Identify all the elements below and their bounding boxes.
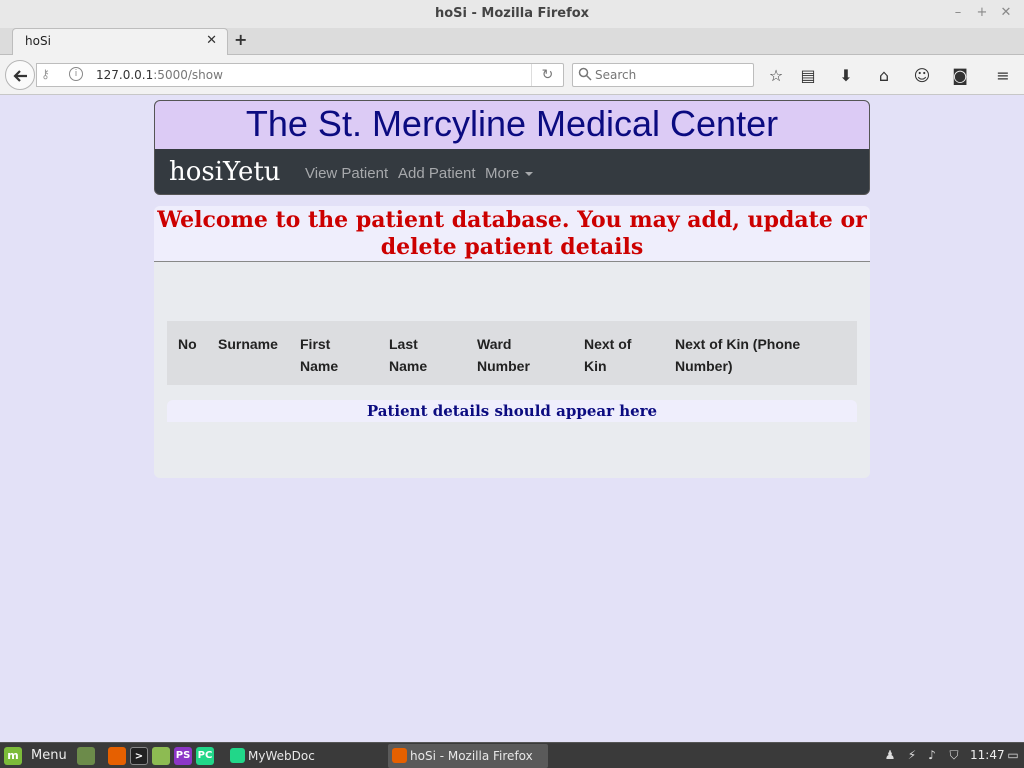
terminal-launcher-icon[interactable]: >	[130, 747, 148, 765]
pycharm-launcher-icon[interactable]: PC	[196, 747, 214, 765]
col-next-of-kin-phone: Next of Kin (Phone Number)	[675, 336, 801, 374]
site-title: The St. Mercyline Medical Center	[155, 101, 869, 149]
browser-navbar: ⚷ i 127.0.0.1:5000/show ↻ ☆ ▤ ⬇ ⌂ ☺ ◙ ≡	[0, 55, 1024, 95]
show-desktop-icon[interactable]	[77, 747, 95, 765]
home-icon[interactable]: ⌂	[873, 65, 895, 87]
menu-hamburger-icon[interactable]: ≡	[992, 65, 1014, 87]
volume-icon[interactable]: ♪	[924, 747, 940, 763]
page-content: The St. Mercyline Medical Center hosiYet…	[0, 96, 1024, 742]
search-icon	[578, 67, 592, 81]
task-mywebdoc[interactable]: MyWebDoc [~/Down...	[226, 744, 382, 768]
reading-list-icon[interactable]: ▤	[797, 65, 819, 87]
nav-view-patient[interactable]: View Patient	[305, 165, 388, 182]
firefox-icon	[392, 748, 407, 763]
info-icon[interactable]: i	[69, 67, 83, 81]
back-button[interactable]	[5, 60, 35, 90]
pocket-icon[interactable]: ◙	[949, 65, 971, 87]
clock: 11:47	[970, 748, 1005, 762]
files-launcher-icon[interactable]	[152, 747, 170, 765]
task-label: MyWebDoc [~/Down...	[248, 749, 315, 763]
col-no: No	[178, 336, 197, 352]
window-title: hoSi - Mozilla Firefox	[434, 6, 590, 21]
content-card: Welcome to the patient database. You may…	[154, 206, 870, 478]
taskbar: m Menu > PS PC MyWebDoc [~/Down... hoSi …	[0, 742, 1024, 768]
network-icon[interactable]: ⚡	[904, 747, 920, 763]
col-last-name: Last Name	[389, 336, 428, 374]
col-ward-number: Ward Number	[477, 336, 530, 374]
col-next-of-kin: Next of Kin	[584, 336, 632, 374]
tab-label: hoSi	[25, 34, 51, 48]
tab-hosi[interactable]: hoSi ✕	[12, 28, 228, 56]
window-titlebar: hoSi - Mozilla Firefox – + ✕	[0, 0, 1024, 28]
navbar-brand[interactable]: hosiYetu	[169, 157, 281, 187]
bookmark-star-icon[interactable]: ☆	[765, 65, 787, 87]
welcome-heading: Welcome to the patient database. You may…	[154, 206, 870, 262]
url-text[interactable]: 127.0.0.1:5000/show	[96, 68, 223, 82]
shield-icon[interactable]: ⛉	[946, 747, 962, 763]
search-box[interactable]	[572, 63, 754, 87]
user-icon[interactable]: ♟	[882, 747, 898, 763]
firefox-launcher-icon[interactable]	[108, 747, 126, 765]
mint-logo-icon: m	[4, 747, 22, 765]
task-firefox[interactable]: hoSi - Mozilla Firefox	[388, 744, 548, 768]
back-arrow-icon	[13, 70, 27, 82]
col-surname: Surname	[218, 336, 278, 352]
download-icon[interactable]: ⬇	[835, 65, 857, 87]
col-first-name: First Name	[300, 336, 339, 374]
nav-more-dropdown[interactable]: More	[485, 165, 534, 182]
minimize-button[interactable]: –	[950, 5, 966, 20]
patient-table-header: No Surname First Name Last Name Ward Num…	[167, 321, 857, 385]
url-bar[interactable]: ⚷ i 127.0.0.1:5000/show ↻	[36, 63, 564, 87]
window-close-button[interactable]: ✕	[998, 5, 1014, 20]
chat-icon[interactable]: ☺	[911, 65, 933, 87]
menu-label: Menu	[31, 748, 67, 763]
caret-down-icon	[525, 172, 534, 177]
pycharm-icon	[230, 748, 245, 763]
search-input[interactable]	[595, 66, 745, 84]
site-header: The St. Mercyline Medical Center hosiYet…	[154, 100, 870, 195]
reload-icon[interactable]: ↻	[531, 64, 563, 86]
key-icon[interactable]: ⚷	[41, 67, 50, 81]
show-desktop-tray-icon[interactable]: ▭	[1005, 747, 1021, 763]
tab-strip: hoSi ✕	[0, 28, 1024, 56]
close-icon[interactable]: ✕	[206, 33, 217, 48]
empty-table-message: Patient details should appear here	[167, 400, 857, 422]
new-tab-button[interactable]: +	[234, 30, 247, 49]
phpstorm-launcher-icon[interactable]: PS	[174, 747, 192, 765]
task-label: hoSi - Mozilla Firefox	[410, 749, 533, 763]
maximize-button[interactable]: +	[974, 5, 990, 20]
nav-add-patient[interactable]: Add Patient	[398, 165, 476, 182]
